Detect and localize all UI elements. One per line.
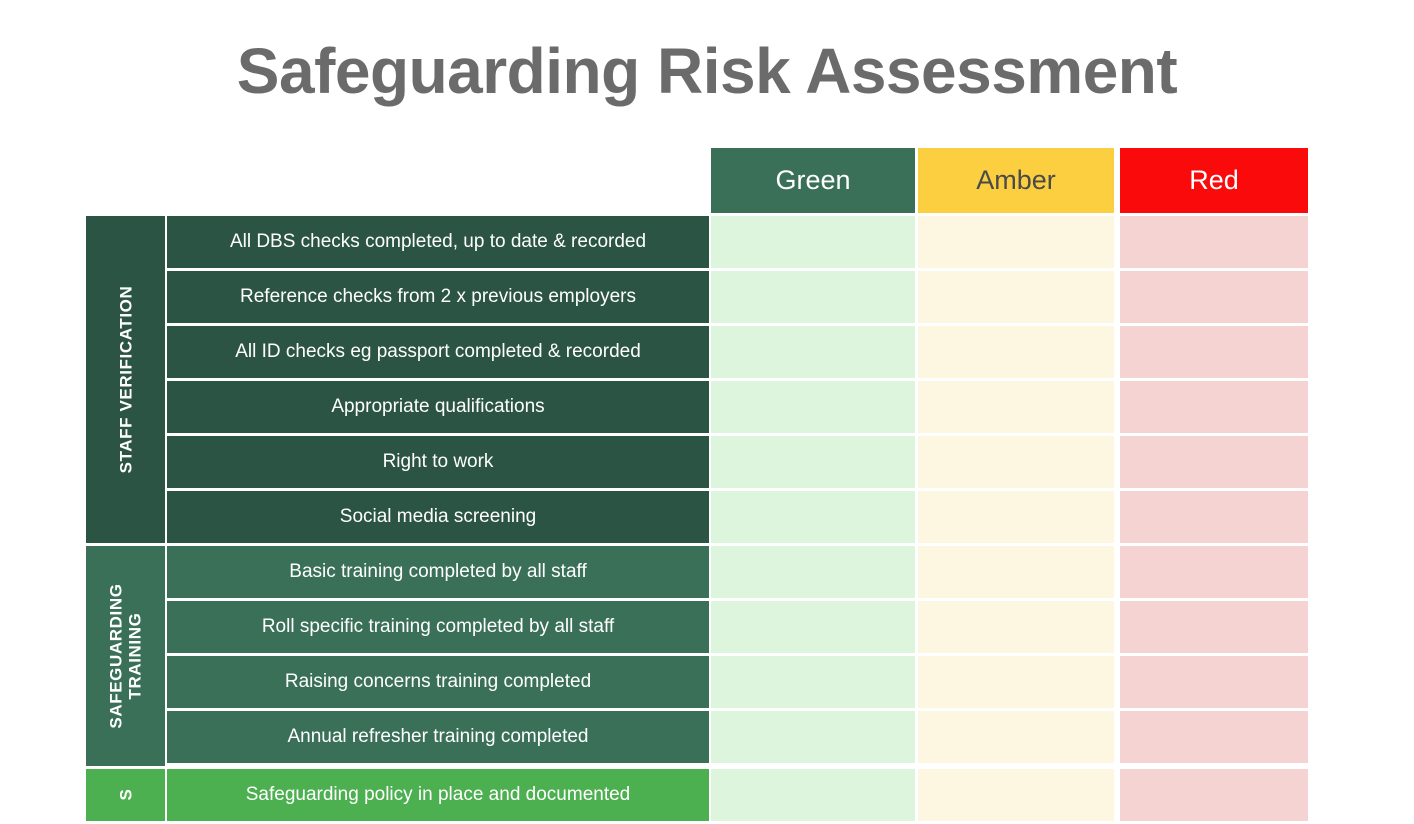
row-label: Appropriate qualifications: [167, 381, 709, 433]
row-label: Roll specific training completed by all …: [167, 601, 709, 653]
row-label: Social media screening: [167, 491, 709, 543]
cell-green[interactable]: [711, 216, 915, 268]
category-line: SAFEGUARDING: [106, 583, 126, 729]
page-title: Safeguarding Risk Assessment: [236, 35, 1178, 107]
cell-red[interactable]: [1120, 326, 1308, 378]
table-row[interactable]: Reference checks from 2 x previous emplo…: [167, 271, 1308, 323]
cell-red[interactable]: [1120, 381, 1308, 433]
cell-green[interactable]: [711, 711, 915, 763]
cell-amber[interactable]: [918, 769, 1114, 821]
cell-red[interactable]: [1120, 769, 1308, 821]
cell-amber[interactable]: [918, 491, 1114, 543]
cell-green[interactable]: [711, 326, 915, 378]
table-row[interactable]: Social media screening: [167, 491, 1308, 543]
cell-red[interactable]: [1120, 656, 1308, 708]
cell-amber[interactable]: [918, 381, 1114, 433]
table-row[interactable]: Annual refresher training completed: [167, 711, 1308, 763]
cell-green[interactable]: [711, 601, 915, 653]
column-header-amber: Amber: [918, 148, 1114, 213]
cell-amber[interactable]: [918, 271, 1114, 323]
table-row[interactable]: Roll specific training completed by all …: [167, 601, 1308, 653]
matrix-body: STAFF VERIFICATION All DBS checks comple…: [86, 216, 1308, 824]
cell-amber[interactable]: [918, 656, 1114, 708]
cell-green[interactable]: [711, 491, 915, 543]
cell-red[interactable]: [1120, 271, 1308, 323]
rows-policies: Safeguarding policy in place and documen…: [167, 769, 1308, 824]
cell-amber[interactable]: [918, 216, 1114, 268]
cell-green[interactable]: [711, 271, 915, 323]
category-label-safeguarding-training: SAFEGUARDING TRAINING: [86, 546, 165, 766]
row-label: Raising concerns training completed: [167, 656, 709, 708]
section-safeguarding-training: SAFEGUARDING TRAINING Basic training com…: [86, 546, 1308, 769]
table-row[interactable]: Appropriate qualifications: [167, 381, 1308, 433]
cell-green[interactable]: [711, 436, 915, 488]
row-label: Annual refresher training completed: [167, 711, 709, 763]
cell-green[interactable]: [711, 381, 915, 433]
cell-green[interactable]: [711, 769, 915, 821]
column-header-red: Red: [1120, 148, 1308, 213]
cell-red[interactable]: [1120, 491, 1308, 543]
table-row[interactable]: Basic training completed by all staff: [167, 546, 1308, 598]
section-policies: S Safeguarding policy in place and docum…: [86, 769, 1308, 824]
cell-green[interactable]: [711, 546, 915, 598]
row-label: Reference checks from 2 x previous emplo…: [167, 271, 709, 323]
rows-safeguarding-training: Basic training completed by all staff Ro…: [167, 546, 1308, 766]
category-line: TRAINING: [125, 612, 145, 700]
table-row[interactable]: All ID checks eg passport completed & re…: [167, 326, 1308, 378]
cell-red[interactable]: [1120, 436, 1308, 488]
row-label: Safeguarding policy in place and documen…: [167, 769, 709, 821]
cell-amber[interactable]: [918, 326, 1114, 378]
cell-amber[interactable]: [918, 436, 1114, 488]
category-line: S: [115, 789, 135, 801]
cell-red[interactable]: [1120, 216, 1308, 268]
row-label: Right to work: [167, 436, 709, 488]
matrix-header-row: Green Amber Red: [86, 148, 1308, 213]
column-header-green: Green: [711, 148, 915, 213]
table-row[interactable]: Safeguarding policy in place and documen…: [167, 769, 1308, 821]
table-row[interactable]: Right to work: [167, 436, 1308, 488]
category-label-policies: S: [86, 769, 165, 821]
table-row[interactable]: All DBS checks completed, up to date & r…: [167, 216, 1308, 268]
section-staff-verification: STAFF VERIFICATION All DBS checks comple…: [86, 216, 1308, 546]
cell-red[interactable]: [1120, 546, 1308, 598]
cell-green[interactable]: [711, 656, 915, 708]
category-label-staff-verification: STAFF VERIFICATION: [86, 216, 165, 543]
row-label: All DBS checks completed, up to date & r…: [167, 216, 709, 268]
cell-amber[interactable]: [918, 546, 1114, 598]
row-label: Basic training completed by all staff: [167, 546, 709, 598]
cell-amber[interactable]: [918, 711, 1114, 763]
rows-staff-verification: All DBS checks completed, up to date & r…: [167, 216, 1308, 546]
cell-red[interactable]: [1120, 711, 1308, 763]
category-line: STAFF VERIFICATION: [115, 285, 135, 474]
cell-red[interactable]: [1120, 601, 1308, 653]
table-row[interactable]: Raising concerns training completed: [167, 656, 1308, 708]
cell-amber[interactable]: [918, 601, 1114, 653]
row-label: All ID checks eg passport completed & re…: [167, 326, 709, 378]
